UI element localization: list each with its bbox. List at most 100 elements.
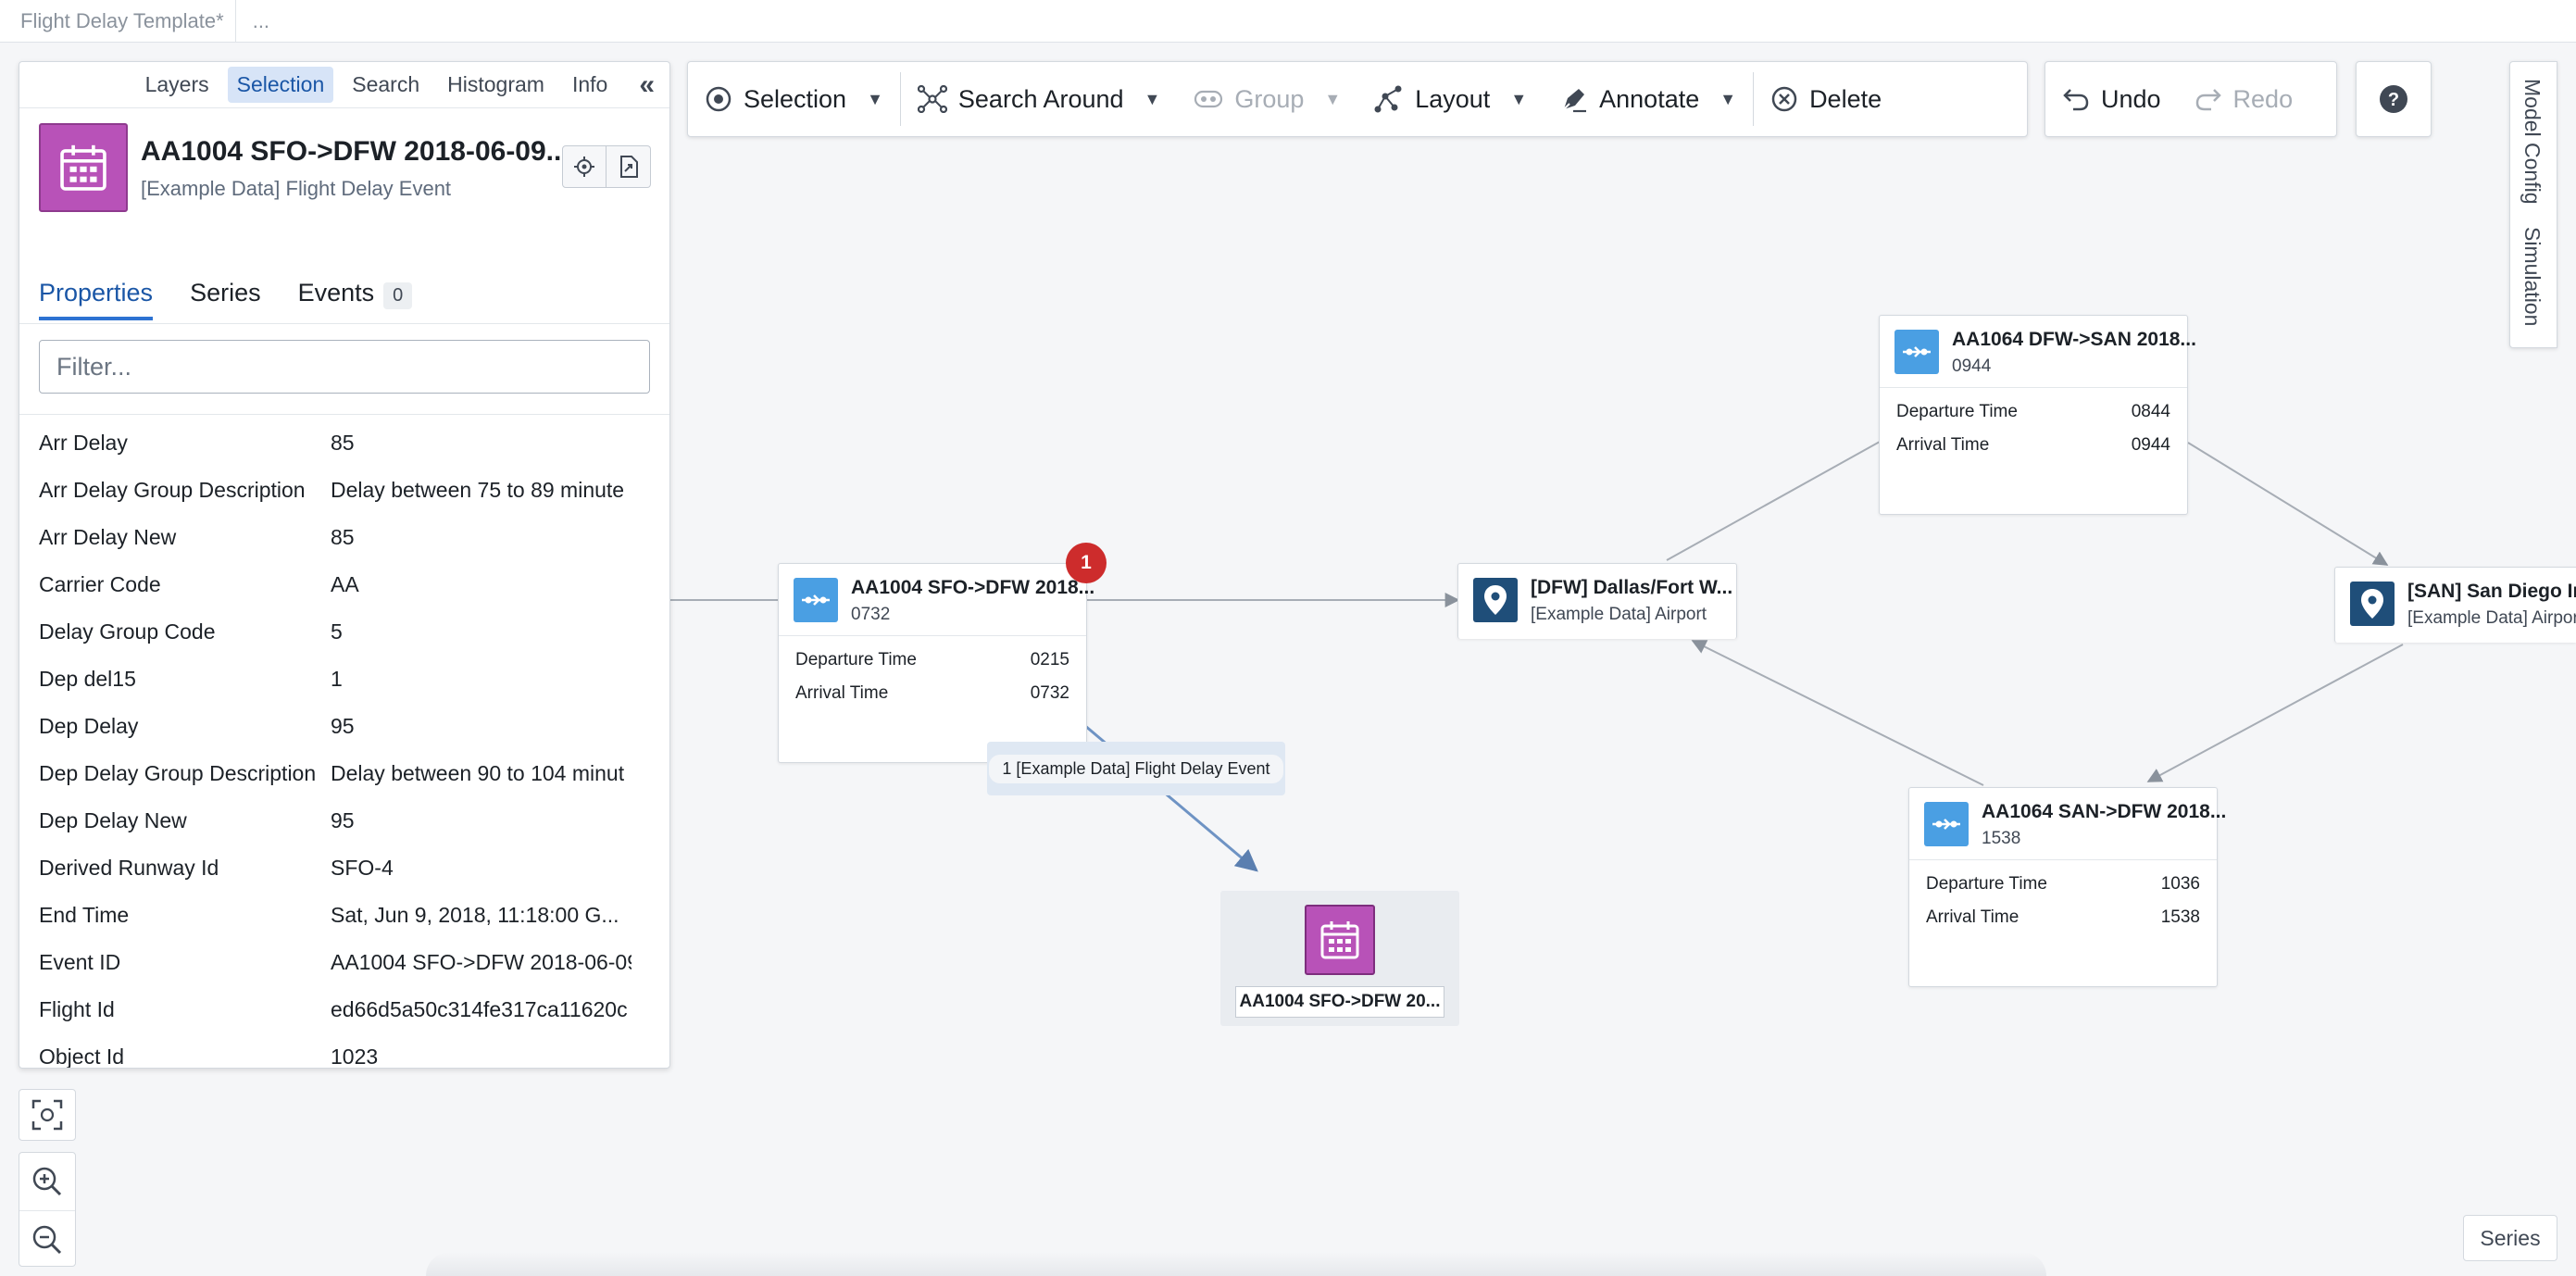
edge-label[interactable]: 1 [Example Data] Flight Delay Event <box>987 742 1285 795</box>
divider <box>19 414 669 415</box>
property-row[interactable]: Dep Delay Group Description Delay between… <box>39 750 659 797</box>
panel-tabs: Layers Selection Search Histogram Info « <box>19 62 669 108</box>
property-key: Object Id <box>39 1045 125 1069</box>
map-pin-icon <box>1473 578 1518 622</box>
help-icon[interactable]: ? <box>2379 84 2408 114</box>
filter-input[interactable] <box>39 340 650 394</box>
tab-info[interactable]: Info <box>563 67 617 103</box>
tab-model-config[interactable]: Model Config <box>2520 79 2545 205</box>
tab-search[interactable]: Search <box>343 67 429 103</box>
property-row[interactable]: Carrier Code AA <box>39 561 659 608</box>
property-row[interactable]: Delay Group Code 5 <box>39 608 659 656</box>
property-row[interactable]: Dep Delay 95 <box>39 703 659 750</box>
map-pin-icon <box>2350 582 2395 626</box>
annotate-button[interactable]: Annotate ▼ <box>1544 62 1753 136</box>
tab-selection[interactable]: Selection <box>227 67 334 103</box>
flight-node-dfw-san[interactable]: AA1064 DFW->SAN 2018... 0944 Departure T… <box>1879 315 2196 515</box>
object-type: [Example Data] Flight Delay Event <box>141 177 452 200</box>
property-row[interactable]: Arr Delay 85 <box>39 419 659 467</box>
selection-menu-button[interactable]: Selection ▼ <box>688 62 900 136</box>
property-key: Event ID <box>39 950 121 974</box>
event-node[interactable]: AA1004 SFO->DFW 20... <box>1220 891 1459 1026</box>
tab-properties[interactable]: Properties <box>39 279 154 320</box>
tab-events[interactable]: Events 0 <box>298 279 413 320</box>
more-menu[interactable]: ... <box>236 9 269 33</box>
property-key: Dep Delay Group Description <box>39 761 317 785</box>
property-row[interactable]: Dep Delay New 95 <box>39 797 659 844</box>
redo-button[interactable]: Redo <box>2178 62 2310 136</box>
tab-layers[interactable]: Layers <box>136 67 219 103</box>
property-value: Delay between 90 to 104 minut <box>331 761 625 785</box>
node-title: AA1064 DFW->SAN 2018... <box>1952 329 2196 350</box>
search-around-button[interactable]: Search Around ▼ <box>901 62 1177 136</box>
flight-icon <box>794 578 838 622</box>
document-share-icon <box>619 156 638 178</box>
node-property-row: Departure Time 0215 <box>795 650 1069 669</box>
title-bar: Flight Delay Template* ... <box>0 0 2576 43</box>
property-value: Delay between 75 to 89 minute <box>331 478 625 502</box>
bottom-drawer-handle <box>426 1252 2046 1276</box>
property-row[interactable]: Derived Runway Id SFO-4 <box>39 844 659 892</box>
property-row[interactable]: Arr Delay Group Description Delay between… <box>39 467 659 514</box>
property-row[interactable]: End Time Sat, Jun 9, 2018, 11:18:00 G... <box>39 892 659 939</box>
caret-down-icon: ▼ <box>867 89 883 108</box>
object-actions <box>562 145 651 188</box>
tab-simulation[interactable]: Simulation <box>2520 227 2545 326</box>
property-row[interactable]: Object Id 1023 <box>39 1033 659 1069</box>
property-key: End Time <box>39 903 130 927</box>
airport-node-san[interactable]: [SAN] San Diego Inte [Example Data] Airp… <box>2334 567 2576 643</box>
property-value: 95 <box>331 714 355 738</box>
calendar-icon <box>39 123 128 212</box>
caret-down-icon: ▼ <box>1324 89 1342 108</box>
property-key: Flight Id <box>39 997 115 1021</box>
property-value: ed66d5a50c314fe317ca11620c <box>331 997 628 1021</box>
flight-icon <box>1894 330 1939 374</box>
node-subtitle: 0732 <box>851 605 891 624</box>
events-count: 0 <box>383 282 413 309</box>
delete-circle-icon <box>1771 86 1797 112</box>
tab-series[interactable]: Series <box>190 279 261 320</box>
property-value: 95 <box>331 808 355 832</box>
layout-button[interactable]: Layout ▼ <box>1357 62 1544 136</box>
series-button[interactable]: Series <box>2463 1215 2557 1261</box>
zoom-controls <box>19 1152 76 1267</box>
history-toolbar: Undo Redo <box>2045 61 2337 137</box>
property-row[interactable]: Dep del15 1 <box>39 656 659 703</box>
event-count-badge[interactable]: 1 <box>1066 543 1107 583</box>
open-object-button[interactable] <box>606 145 651 188</box>
caret-down-icon: ▼ <box>1144 89 1161 108</box>
zoom-out-button[interactable] <box>19 1210 75 1268</box>
group-button[interactable]: Group ▼ <box>1177 62 1357 136</box>
property-key: Dep Delay <box>39 714 139 738</box>
event-node-label: AA1004 SFO->DFW 20... <box>1235 986 1444 1018</box>
undo-icon <box>2063 89 2089 111</box>
calendar-icon <box>1305 905 1375 975</box>
airport-node-dfw[interactable]: [DFW] Dallas/Fort W... [Example Data] Ai… <box>1457 563 1737 639</box>
svg-text:?: ? <box>2388 90 2399 110</box>
tab-histogram[interactable]: Histogram <box>438 67 554 103</box>
property-value: 85 <box>331 431 355 455</box>
fit-to-screen-button[interactable] <box>19 1089 76 1141</box>
property-value: AA <box>331 572 359 596</box>
node-property-row: Arrival Time 0944 <box>1896 435 2170 455</box>
edge-dfw-flight2 <box>1666 441 1881 561</box>
undo-button[interactable]: Undo <box>2045 62 2178 136</box>
document-title[interactable]: Flight Delay Template* <box>0 0 236 42</box>
property-row[interactable]: Arr Delay New 85 <box>39 514 659 561</box>
collapse-panel-icon[interactable]: « <box>639 69 655 101</box>
delete-button[interactable]: Delete <box>1754 62 1898 136</box>
pen-icon <box>1561 89 1587 113</box>
property-value: 1023 <box>331 1045 379 1069</box>
flight-node-san-dfw[interactable]: AA1064 SAN->DFW 2018... 1538 Departure T… <box>1908 787 2226 987</box>
flight-node-sfo-dfw[interactable]: AA1004 SFO->DFW 2018... 0732 Departure T… <box>778 563 1094 763</box>
object-subtabs: Properties Series Events 0 <box>39 279 413 320</box>
zoom-in-button[interactable] <box>19 1153 75 1210</box>
locate-button[interactable] <box>562 145 606 188</box>
property-key: Arr Delay Group Description <box>39 478 306 502</box>
property-value: SFO-4 <box>331 856 394 880</box>
node-title: [SAN] San Diego Inte <box>2407 581 2576 602</box>
zoom-in-icon <box>32 1167 62 1196</box>
property-row[interactable]: Flight Id ed66d5a50c314fe317ca11620c <box>39 986 659 1033</box>
property-row[interactable]: Event ID AA1004 SFO->DFW 2018-06-09_ <box>39 939 659 986</box>
edge-flight2-san <box>2187 442 2389 566</box>
